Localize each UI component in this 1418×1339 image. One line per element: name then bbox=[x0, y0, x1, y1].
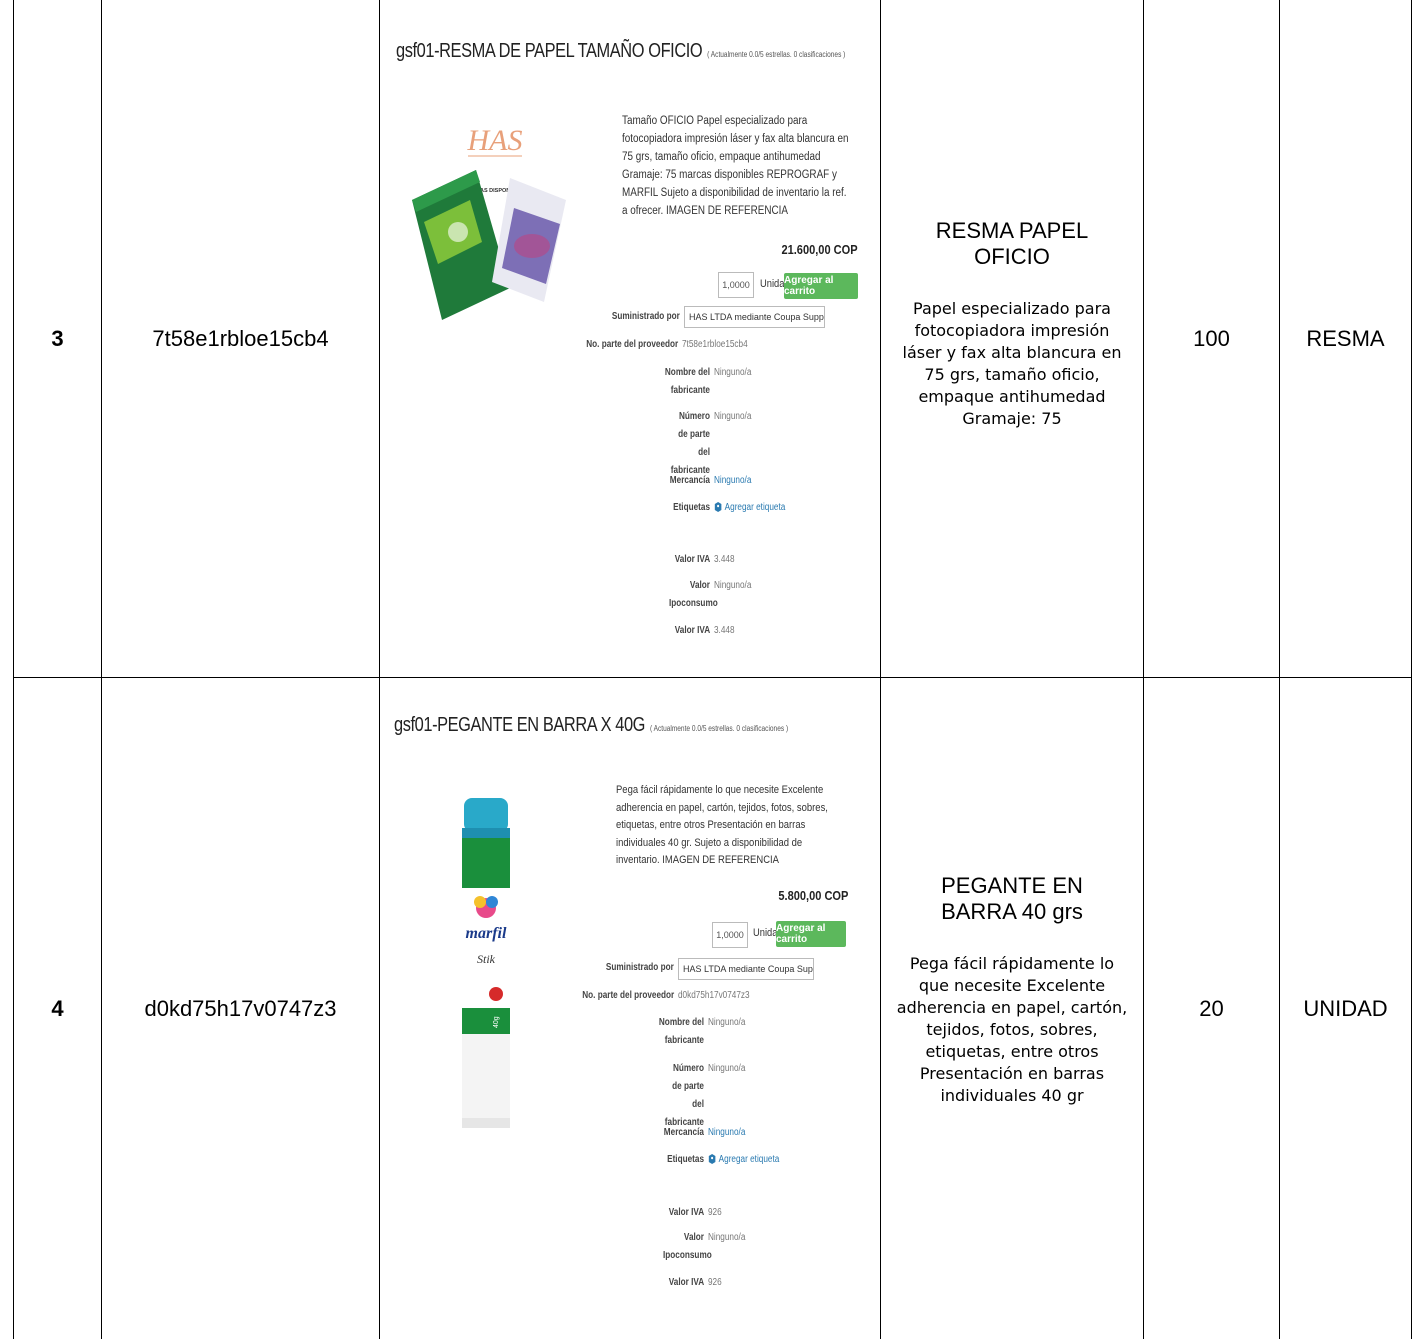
add-to-cart-button[interactable]: Agregar al carrito bbox=[784, 273, 858, 299]
product-price: 21.600,00 COP bbox=[781, 242, 858, 257]
item-description: PEGANTE EN BARRA 40 grs Pega fácil rápid… bbox=[881, 873, 1143, 1107]
add-tag-link[interactable]: Agregar etiqueta bbox=[714, 499, 785, 517]
item-unit: UNIDAD bbox=[1303, 995, 1388, 1021]
svg-text:Stik: Stik bbox=[477, 952, 496, 966]
row-number: 3 bbox=[51, 325, 64, 351]
product-description: Pega fácil rápidamente lo que necesite E… bbox=[616, 784, 828, 866]
field-label: Etiquetas bbox=[667, 1154, 704, 1165]
field-value: 7t58e1rbloe15cb4 bbox=[682, 339, 748, 350]
item-title: RESMA PAPEL OFICIO bbox=[935, 218, 1089, 269]
field-label: Mercancía bbox=[663, 1127, 704, 1138]
field-value: Ninguno/a bbox=[708, 1017, 746, 1028]
row-number: 4 bbox=[51, 995, 64, 1021]
product-description: Tamaño OFICIO Papel especializado para f… bbox=[622, 115, 849, 217]
glue-stick-image: marfil Stik 40g bbox=[462, 798, 510, 1128]
svg-text:40g: 40g bbox=[493, 1016, 500, 1028]
supplier-select[interactable]: HAS LTDA mediante Coupa Supplier Portal⌄ bbox=[678, 958, 814, 980]
field-label: Valor Ipoconsumo bbox=[663, 1232, 712, 1261]
field-value: Ninguno/a bbox=[714, 580, 752, 591]
field-value: Ninguno/a bbox=[708, 1232, 746, 1243]
item-details: Pega fácil rápidamente lo que necesite E… bbox=[896, 954, 1128, 1105]
supplied-by-label: Suministrado por bbox=[612, 311, 680, 322]
field-label: No. parte del proveedor bbox=[581, 990, 674, 1001]
product-title: gsf01-RESMA DE PAPEL TAMAÑO OFICIO( Actu… bbox=[396, 40, 846, 62]
quantity-input[interactable]: 1,0000 bbox=[712, 922, 748, 948]
item-quantity: 20 bbox=[1199, 995, 1224, 1021]
field-value: 926 bbox=[708, 1207, 722, 1218]
field-label: Nombre del fabricante bbox=[664, 367, 710, 396]
svg-text:HAS: HAS bbox=[467, 124, 523, 157]
supplier-select-value: HAS LTDA mediante Coupa Supplier Portal bbox=[689, 312, 824, 322]
item-title: PEGANTE EN BARRA 40 grs bbox=[941, 873, 1083, 924]
product-title: gsf01-PEGANTE EN BARRA X 40G( Actualment… bbox=[394, 714, 789, 736]
paper-ream-image: HAS MARCAS DISPONIBLES bbox=[412, 112, 566, 320]
product-screenshot: gsf01-PEGANTE EN BARRA X 40G( Actualment… bbox=[380, 678, 880, 1339]
item-description: RESMA PAPEL OFICIO Papel especializado p… bbox=[881, 218, 1143, 430]
item-code: 7t58e1rbloe15cb4 bbox=[152, 325, 329, 351]
field-label: No. parte del proveedor bbox=[585, 339, 678, 350]
field-value-link[interactable]: Ninguno/a bbox=[708, 1124, 745, 1142]
supplied-by-label: Suministrado por bbox=[606, 962, 674, 973]
table-border bbox=[1411, 0, 1412, 1339]
add-tag-text: Agregar etiqueta bbox=[724, 502, 786, 513]
field-label: Valor IVA bbox=[668, 1207, 704, 1218]
add-tag-text: Agregar etiqueta bbox=[718, 1154, 780, 1165]
tag-icon bbox=[708, 1154, 716, 1165]
item-code: d0kd75h17v0747z3 bbox=[144, 995, 337, 1021]
tag-icon bbox=[714, 502, 722, 513]
field-value: Ninguno/a bbox=[714, 411, 752, 422]
field-label: Mercancía bbox=[669, 475, 710, 486]
add-tag-link[interactable]: Agregar etiqueta bbox=[708, 1151, 779, 1169]
field-value-link[interactable]: Ninguno/a bbox=[714, 472, 751, 490]
field-label: Número de parte del fabricante bbox=[670, 411, 710, 476]
field-label: Valor IVA bbox=[674, 625, 710, 636]
add-to-cart-button[interactable]: Agregar al carrito bbox=[776, 921, 846, 947]
field-value: 926 bbox=[708, 1277, 722, 1288]
field-value: d0kd75h17v0747z3 bbox=[678, 990, 750, 1001]
field-value: Ninguno/a bbox=[714, 367, 752, 378]
field-label: Etiquetas bbox=[673, 502, 710, 513]
supplier-select-value: HAS LTDA mediante Coupa Supplier Portal bbox=[683, 964, 813, 974]
field-label: Número de parte del fabricante bbox=[664, 1063, 704, 1128]
item-quantity: 100 bbox=[1193, 325, 1230, 351]
field-value: 3.448 bbox=[714, 625, 735, 636]
product-price: 5.800,00 COP bbox=[777, 888, 848, 903]
item-details: Papel especializado para fotocopiadora i… bbox=[902, 299, 1122, 428]
field-value: Ninguno/a bbox=[708, 1063, 746, 1074]
field-label: Valor Ipoconsumo bbox=[669, 580, 718, 609]
field-label: Valor IVA bbox=[674, 554, 710, 565]
item-unit: RESMA bbox=[1306, 325, 1385, 351]
field-value: 3.448 bbox=[714, 554, 735, 565]
product-screenshot: gsf01-RESMA DE PAPEL TAMAÑO OFICIO( Actu… bbox=[380, 0, 880, 677]
field-label: Nombre del fabricante bbox=[658, 1017, 704, 1046]
quantity-input[interactable]: 1,0000 bbox=[718, 272, 754, 298]
svg-text:marfil: marfil bbox=[466, 925, 507, 942]
table-border bbox=[880, 0, 881, 1339]
supplier-select[interactable]: HAS LTDA mediante Coupa Supplier Portal⌄ bbox=[684, 306, 825, 328]
document-table: 3 7t58e1rbloe15cb4 gsf01-RESMA DE PAPEL … bbox=[0, 0, 1418, 1339]
field-label: Valor IVA bbox=[668, 1277, 704, 1288]
